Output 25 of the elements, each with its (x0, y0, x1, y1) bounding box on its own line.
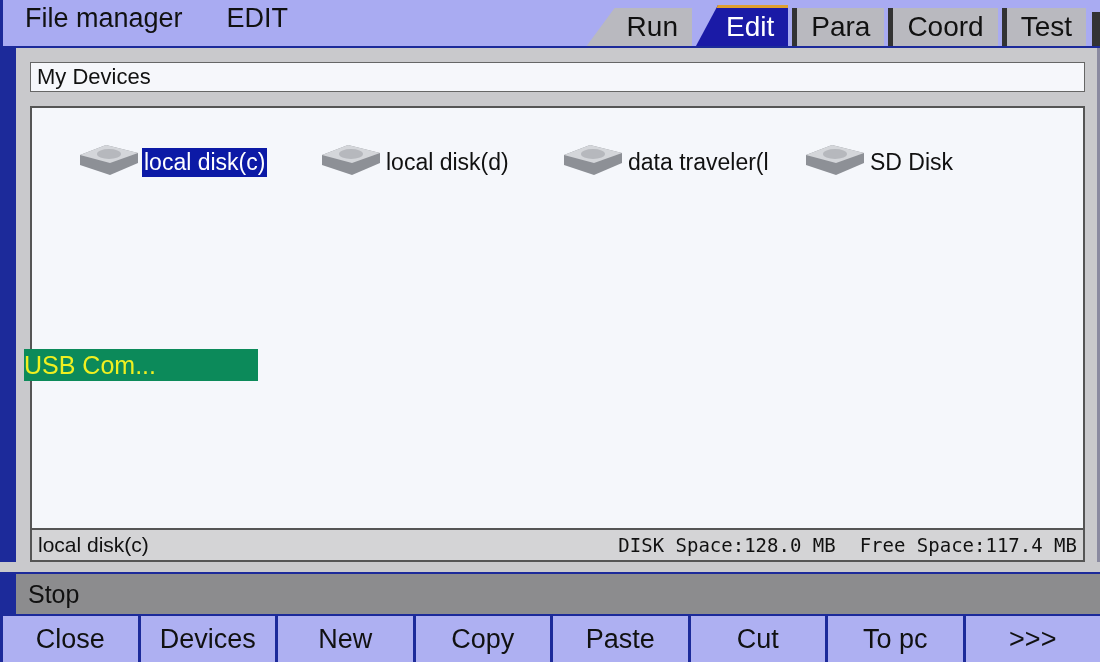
current-device: local disk(c) (38, 533, 149, 557)
tab-edge (1092, 12, 1100, 46)
tab[interactable]: Edit (695, 5, 789, 46)
disk-space: DISK Space:128.0 MB (618, 534, 836, 556)
softkey-button[interactable]: Cut (690, 616, 825, 662)
tab[interactable]: Run (586, 8, 692, 46)
softkey-button[interactable]: Close (3, 616, 138, 662)
softkey-button[interactable]: Devices (140, 616, 275, 662)
softkey-button[interactable]: Paste (553, 616, 688, 662)
path-field[interactable]: My Devices (30, 62, 1085, 92)
tab[interactable]: Test (1001, 8, 1086, 46)
notice-popup: USB Com... (24, 349, 258, 381)
device-label[interactable]: local disk(d) (384, 148, 511, 177)
softkey-button[interactable]: To pc (828, 616, 963, 662)
free-space: Free Space:117.4 MB (859, 534, 1077, 556)
softkey-button[interactable]: >>> (965, 616, 1100, 662)
device-label[interactable]: local disk(c) (142, 148, 268, 177)
softkey-button[interactable]: New (278, 616, 413, 662)
tab[interactable]: Coord (888, 8, 998, 46)
mode-label: EDIT (225, 3, 289, 35)
device-label[interactable]: SD Disk (868, 148, 956, 177)
device-label[interactable]: data traveler(l (626, 148, 771, 177)
softkey-button[interactable]: Copy (415, 616, 550, 662)
window-title: File manager (24, 3, 183, 35)
tab[interactable]: Para (792, 8, 885, 46)
